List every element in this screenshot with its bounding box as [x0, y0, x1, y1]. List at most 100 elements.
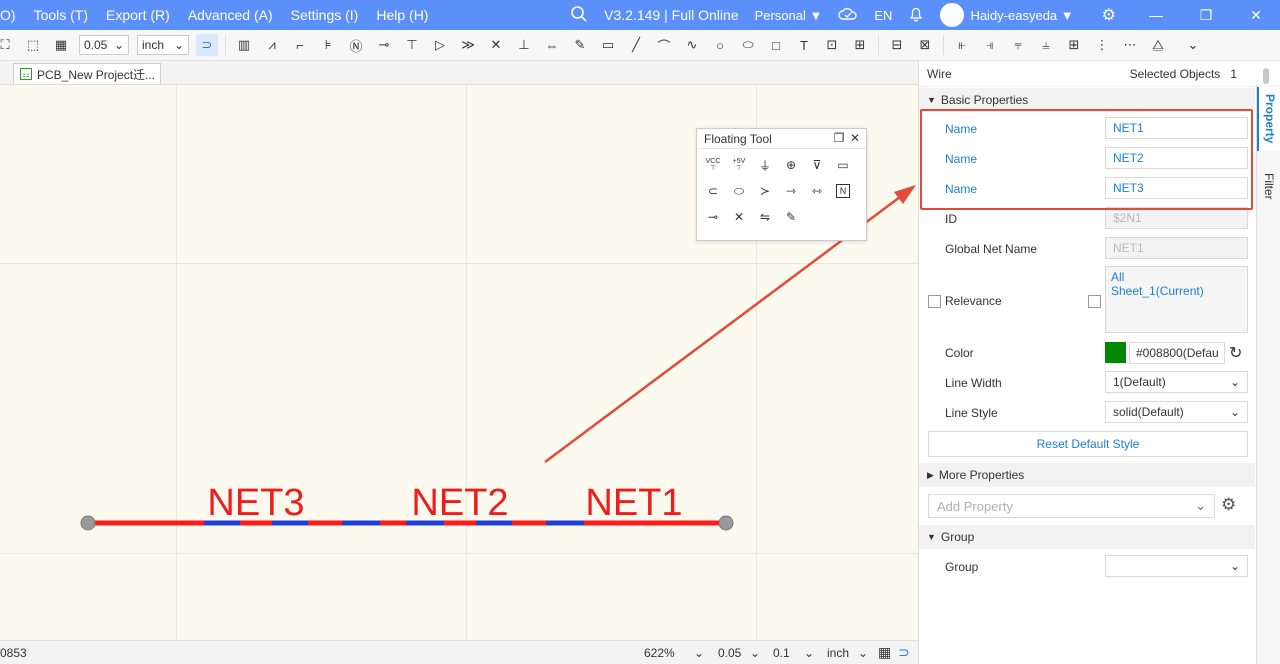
- relevance-select-all-checkbox[interactable]: [1088, 295, 1101, 308]
- junction-icon[interactable]: ⊸: [373, 34, 395, 56]
- ground-icon[interactable]: ⏚: [755, 155, 775, 175]
- tab-property[interactable]: Property: [1257, 87, 1280, 151]
- no-connect-icon[interactable]: ✕: [485, 34, 507, 56]
- more-properties-header[interactable]: ▶ More Properties: [919, 463, 1255, 487]
- ellipse-icon[interactable]: ⬭: [737, 34, 759, 56]
- maximize-icon[interactable]: ❐: [1196, 7, 1216, 24]
- language-selector[interactable]: EN: [874, 8, 892, 23]
- chevron-down-icon[interactable]: ⌄: [750, 646, 760, 660]
- bus-entry-icon[interactable]: ≫: [457, 34, 479, 56]
- menu-item-help[interactable]: Help (H): [367, 7, 437, 23]
- pen-wire-icon[interactable]: ✎: [781, 207, 801, 227]
- relevance-option-all[interactable]: All: [1111, 270, 1242, 284]
- circle-icon[interactable]: ○: [709, 34, 731, 56]
- distribute-icon[interactable]: ⋮: [1091, 34, 1113, 56]
- align-top-icon[interactable]: ⫧: [1007, 34, 1029, 56]
- schematic-canvas[interactable]: NET3 NET2 NET1 Floating Tool ❐ ✕ VCC ⊤ +5…: [0, 85, 918, 640]
- diff-pair-icon[interactable]: ⇔: [541, 34, 563, 56]
- refresh-icon[interactable]: ↻: [1229, 343, 1242, 363]
- chevron-down-icon[interactable]: ⌄: [804, 646, 814, 660]
- chip-icon[interactable]: ⊠: [914, 34, 936, 56]
- text-icon[interactable]: T: [793, 34, 815, 56]
- name2-field[interactable]: NET2: [1105, 147, 1248, 169]
- resistor-icon[interactable]: ⩘: [261, 34, 283, 56]
- chevron-down-icon[interactable]: ⌄: [694, 646, 704, 660]
- relevance-list[interactable]: All Sheet_1(Current): [1105, 266, 1248, 333]
- line-width-select[interactable]: 1(Default) ⌄: [1105, 371, 1248, 393]
- search-icon[interactable]: [570, 5, 588, 26]
- unit-select[interactable]: inch ⌄: [137, 35, 189, 55]
- snap-icon[interactable]: ⊃: [898, 644, 910, 661]
- add-property-select[interactable]: Add Property ⌄: [928, 494, 1215, 518]
- name1-field[interactable]: NET1: [1105, 117, 1248, 139]
- reset-default-style-button[interactable]: Reset Default Style: [928, 431, 1248, 457]
- net-label-net1[interactable]: NET1: [585, 482, 682, 524]
- tab-pcb-project[interactable]: ⚏ PCB_New Project迁...: [13, 63, 161, 84]
- group-header[interactable]: ▼ Group: [919, 525, 1255, 549]
- relevance-checkbox[interactable]: [928, 295, 941, 308]
- bus-icon[interactable]: ⊧: [317, 34, 339, 56]
- chevron-down-icon[interactable]: ⌄: [1182, 34, 1204, 56]
- menu-item-o[interactable]: O): [0, 7, 25, 23]
- zoom-fit-icon[interactable]: ⛶: [0, 34, 16, 56]
- no-connect-icon[interactable]: ✕: [729, 207, 749, 227]
- bell-icon[interactable]: [908, 6, 924, 25]
- plus5v-icon[interactable]: +5V ⊤: [729, 155, 749, 175]
- panel-scrollbar[interactable]: [1259, 62, 1273, 86]
- netlabel-icon[interactable]: Ⓝ: [345, 34, 367, 56]
- basic-properties-header[interactable]: ▼ Basic Properties: [919, 88, 1255, 112]
- netlabel-n-icon[interactable]: N: [836, 184, 850, 198]
- pen-icon[interactable]: ✎: [569, 34, 591, 56]
- arc-icon[interactable]: ⌒: [653, 34, 675, 56]
- component-icon[interactable]: ▥: [233, 34, 255, 56]
- distribute-h-icon[interactable]: ⋯: [1119, 34, 1141, 56]
- status-grid-size[interactable]: 0.05: [718, 646, 741, 660]
- junction-icon[interactable]: ⊸: [703, 207, 723, 227]
- image-icon[interactable]: ⊡: [821, 34, 843, 56]
- snap-icon[interactable]: ⊃: [196, 34, 218, 56]
- wire-corner-icon[interactable]: ⌐: [289, 34, 311, 56]
- relevance-option-sheet[interactable]: Sheet_1(Current): [1111, 284, 1242, 298]
- net-flag-icon[interactable]: ⇿: [807, 181, 827, 201]
- netport-down-icon[interactable]: ⊽: [807, 155, 827, 175]
- align-left-icon[interactable]: ⫦: [951, 34, 973, 56]
- menu-item-advanced[interactable]: Advanced (A): [179, 7, 282, 23]
- text-frame-icon[interactable]: ▭: [597, 34, 619, 56]
- restore-icon[interactable]: ❐: [831, 131, 847, 145]
- netport-right-icon[interactable]: ▭: [833, 155, 853, 175]
- line-icon[interactable]: ╱: [625, 34, 647, 56]
- scrollbar-thumb[interactable]: [1263, 68, 1269, 84]
- line-style-select[interactable]: solid(Default) ⌄: [1105, 401, 1248, 423]
- vcc-icon[interactable]: ⊤: [401, 34, 423, 56]
- table-icon[interactable]: ⊞: [849, 34, 871, 56]
- close-icon[interactable]: ✕: [847, 131, 863, 145]
- minimize-icon[interactable]: —: [1146, 7, 1166, 23]
- status-snap-size[interactable]: 0.1: [773, 646, 790, 660]
- align-right-icon[interactable]: ⫣: [979, 34, 1001, 56]
- user-menu[interactable]: Haidy-easyeda ▼: [940, 3, 1074, 27]
- close-icon[interactable]: ✕: [1246, 7, 1266, 24]
- edition-dropdown[interactable]: Personal ▼: [755, 8, 823, 23]
- tab-filter[interactable]: Filter: [1257, 163, 1280, 209]
- netport-in-icon[interactable]: ⊂: [703, 181, 723, 201]
- net-arrow-icon[interactable]: ⇾: [781, 181, 801, 201]
- menu-item-export[interactable]: Export (R): [97, 7, 179, 23]
- pin-icon[interactable]: ⊥: [513, 34, 535, 56]
- wire-endpoint-right[interactable]: [718, 515, 734, 531]
- library-icon[interactable]: ⊟: [886, 34, 908, 56]
- menu-item-tools[interactable]: Tools (T): [25, 7, 97, 23]
- group-select[interactable]: ⌄: [1105, 555, 1248, 577]
- netport-icon[interactable]: ▷: [429, 34, 451, 56]
- netport-bidir-icon[interactable]: ⬭: [729, 181, 749, 201]
- align-bottom-icon[interactable]: ⫨: [1035, 34, 1057, 56]
- rectangle-icon[interactable]: □: [765, 34, 787, 56]
- align-center-icon[interactable]: ⊞: [1063, 34, 1085, 56]
- gear-icon[interactable]: ⚙: [1102, 5, 1116, 25]
- net-label-net2[interactable]: NET2: [411, 482, 508, 524]
- color-swatch[interactable]: [1105, 342, 1126, 363]
- bus-entry-icon[interactable]: ≻: [755, 181, 775, 201]
- wire-endpoint-left[interactable]: [80, 515, 96, 531]
- name3-field[interactable]: NET3: [1105, 177, 1248, 199]
- diff-pair-icon[interactable]: ⇋: [755, 207, 775, 227]
- color-field[interactable]: #008800(Defau: [1129, 342, 1225, 364]
